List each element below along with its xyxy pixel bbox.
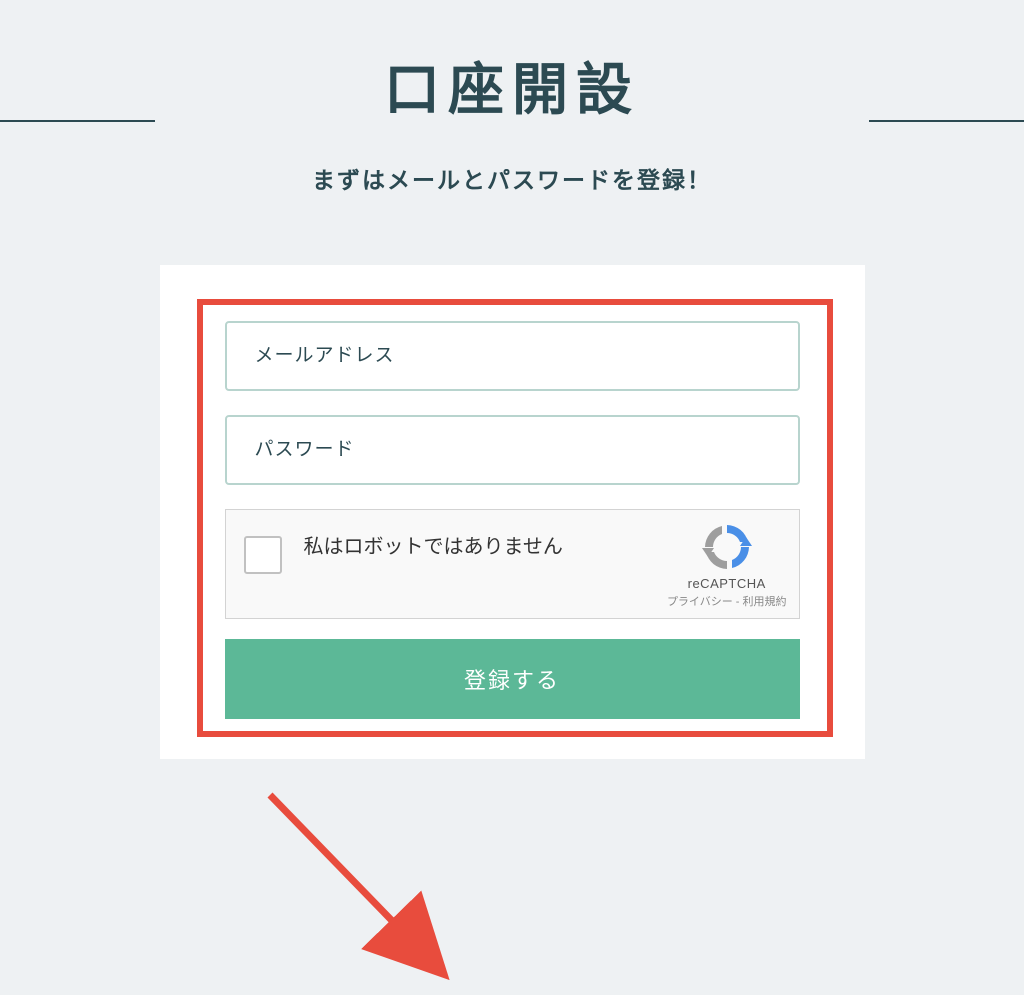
email-input[interactable] <box>225 321 800 391</box>
page-subtitle: まずはメールとパスワードを登録！ <box>0 161 1024 195</box>
recaptcha-label: 私はロボットではありません <box>304 532 667 562</box>
header-section: 口座開設 まずはメールとパスワードを登録！ <box>0 0 1024 195</box>
recaptcha-checkbox[interactable] <box>244 536 282 574</box>
signup-form-card: 私はロボットではありません reCAPTCHA プライバシー - 利用規約 登録… <box>160 265 865 759</box>
recaptcha-widget: 私はロボットではありません reCAPTCHA プライバシー - 利用規約 <box>225 509 800 619</box>
recaptcha-logo-icon <box>702 522 752 572</box>
divider-left <box>0 120 155 122</box>
page-title: 口座開設 <box>0 45 1024 126</box>
register-button[interactable]: 登録する <box>225 639 800 719</box>
form-inner: 私はロボットではありません reCAPTCHA プライバシー - 利用規約 登録… <box>205 303 820 719</box>
recaptcha-legal-links[interactable]: プライバシー - 利用規約 <box>667 593 787 609</box>
recaptcha-branding: reCAPTCHA プライバシー - 利用規約 <box>667 522 787 609</box>
divider-right <box>869 120 1024 122</box>
annotation-arrow-icon <box>245 775 465 995</box>
password-input[interactable] <box>225 415 800 485</box>
recaptcha-brand-text: reCAPTCHA <box>667 576 787 591</box>
